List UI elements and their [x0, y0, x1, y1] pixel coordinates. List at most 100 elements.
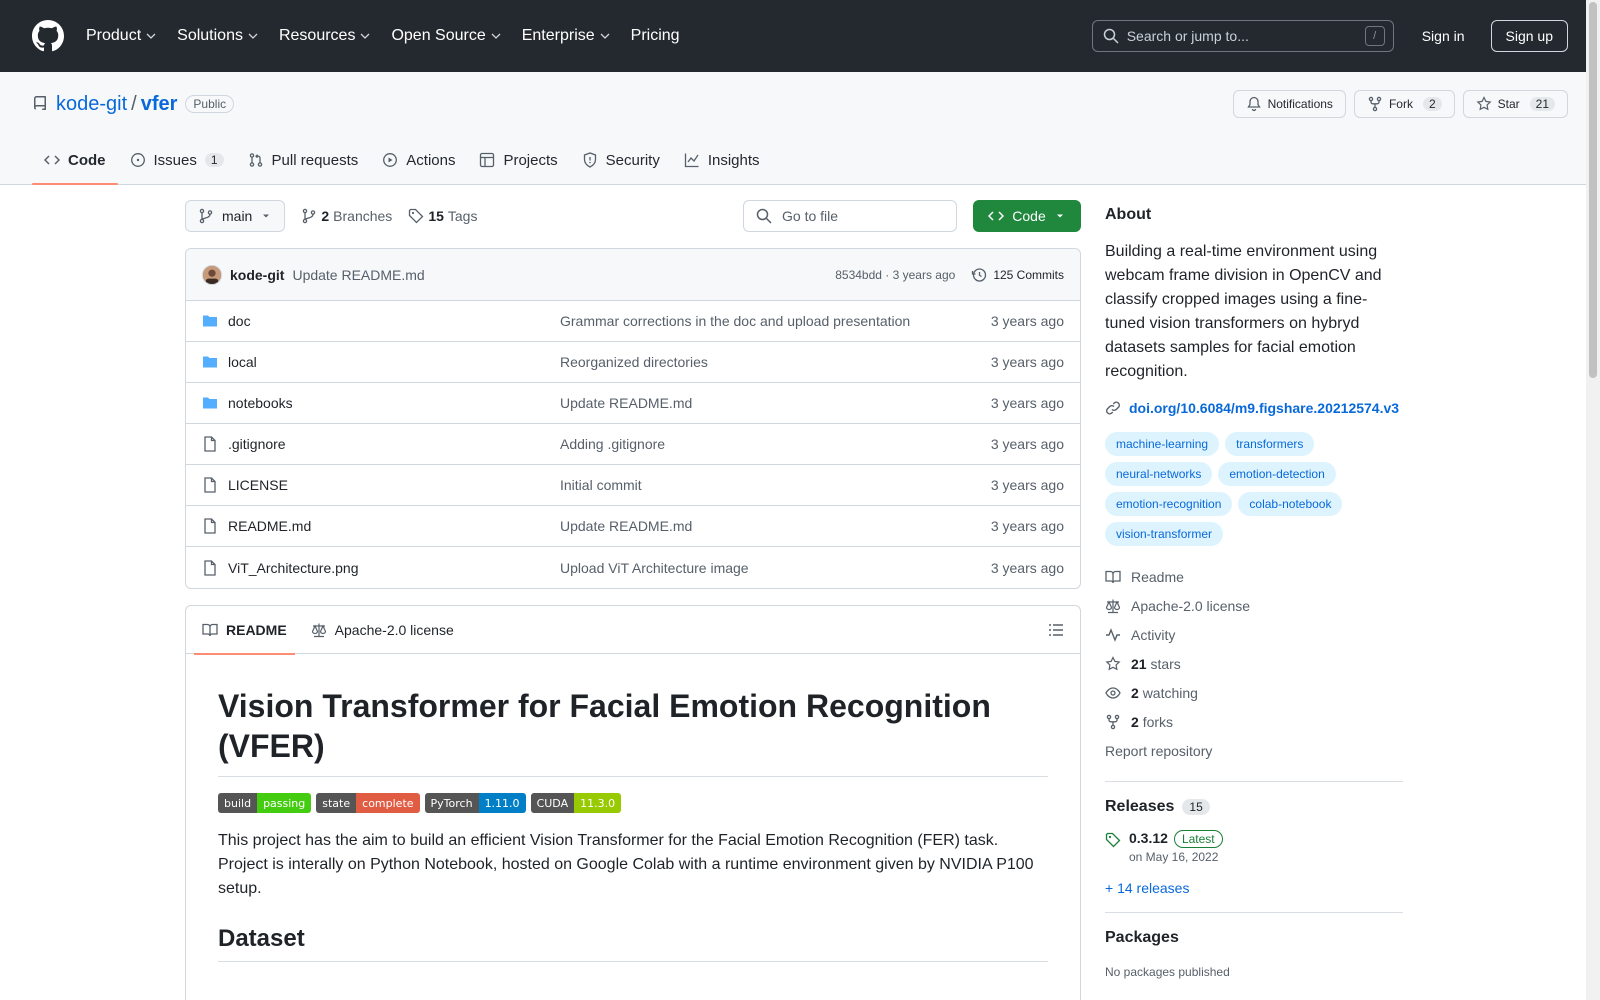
sign-up-button[interactable]: Sign up: [1490, 20, 1568, 52]
latest-commit-row: kode-git Update README.md 8534bdd · 3 ye…: [186, 249, 1080, 301]
nav-product[interactable]: Product: [86, 27, 157, 45]
badge-value: complete: [356, 793, 420, 813]
search-placeholder: Search or jump to...: [1126, 28, 1249, 44]
topic-tag[interactable]: colab-notebook: [1238, 492, 1343, 516]
table-row[interactable]: README.md Update README.md 3 years ago: [186, 506, 1080, 547]
nav-enterprise-label: Enterprise: [521, 27, 595, 44]
topic-tag[interactable]: vision-transformer: [1105, 522, 1224, 546]
license-link[interactable]: Apache-2.0 license: [1105, 591, 1403, 620]
law-icon: [311, 623, 326, 637]
table-row[interactable]: notebooks Update README.md 3 years ago: [186, 383, 1080, 424]
go-to-file-input[interactable]: Go to file: [743, 200, 957, 232]
github-logo-icon[interactable]: [32, 20, 64, 52]
fork-button[interactable]: Fork 2: [1353, 90, 1455, 118]
topic-tag[interactable]: emotion-recognition: [1105, 492, 1233, 516]
star-icon: [1105, 655, 1121, 670]
about-meta-list: Readme Apache-2.0 license Activity 21 st…: [1105, 562, 1403, 765]
watchers-link[interactable]: 2 watching: [1105, 678, 1403, 707]
latest-release[interactable]: 0.3.12 Latest on May 16, 2022: [1105, 830, 1403, 864]
file-commit-age: 3 years ago: [990, 436, 1064, 452]
activity-link[interactable]: Activity: [1105, 620, 1403, 649]
sign-in-link[interactable]: Sign in: [1422, 28, 1465, 44]
tab-insights[interactable]: Insights: [672, 136, 772, 184]
readme-section-dataset: Dataset: [218, 925, 1048, 962]
stars-label: stars: [1150, 655, 1181, 672]
tab-code[interactable]: Code: [32, 136, 118, 185]
folder-icon: [203, 356, 217, 368]
file-commit-message-link[interactable]: Update README.md: [560, 395, 991, 411]
tab-security[interactable]: Security: [570, 136, 672, 184]
topic-tag[interactable]: transformers: [1225, 432, 1315, 456]
nav-open-source[interactable]: Open Source: [391, 27, 501, 45]
file-name-link[interactable]: notebooks: [228, 395, 560, 411]
forks-label: forks: [1142, 713, 1174, 730]
file-name-link[interactable]: .gitignore: [228, 436, 560, 452]
branches-link[interactable]: 2 Branches: [301, 208, 392, 224]
code-icon: [988, 211, 1005, 221]
page-scrollbar[interactable]: [1586, 0, 1600, 1000]
tab-actions[interactable]: Actions: [370, 136, 467, 184]
table-row[interactable]: .gitignore Adding .gitignore 3 years ago: [186, 424, 1080, 465]
file-commit-message-link[interactable]: Initial commit: [560, 477, 991, 493]
about-website-link[interactable]: doi.org/10.6084/m9.figshare.20212574.v3: [1105, 400, 1403, 416]
file-commit-message-link[interactable]: Grammar corrections in the doc and uploa…: [560, 313, 991, 329]
tab-projects[interactable]: Projects: [467, 136, 569, 184]
packages-heading[interactable]: Packages: [1105, 929, 1403, 947]
forks-link[interactable]: 2 forks: [1105, 707, 1403, 736]
file-name-link[interactable]: ViT_Architecture.png: [228, 560, 560, 576]
tab-license[interactable]: Apache-2.0 license: [303, 606, 462, 654]
tag-icon: [1105, 832, 1121, 848]
scrollbar-thumb[interactable]: [1589, 2, 1597, 378]
readme-tabs: README Apache-2.0 license: [186, 606, 1080, 655]
pulse-icon: [1106, 627, 1120, 642]
chevron-down-icon: [600, 33, 610, 39]
tab-pull-requests[interactable]: Pull requests: [236, 136, 371, 184]
code-dropdown-button[interactable]: Code: [973, 200, 1081, 232]
report-repository-link[interactable]: Report repository: [1105, 736, 1403, 765]
file-commit-message-link[interactable]: Adding .gitignore: [560, 436, 991, 452]
topic-tag[interactable]: emotion-detection: [1218, 462, 1336, 486]
nav-pricing[interactable]: Pricing: [631, 27, 680, 45]
global-search-input[interactable]: Search or jump to... /: [1091, 20, 1394, 52]
table-row[interactable]: ViT_Architecture.png Upload ViT Architect…: [186, 547, 1080, 588]
list-icon[interactable]: [1048, 622, 1064, 638]
notifications-button[interactable]: Notifications: [1232, 90, 1346, 118]
repo-owner-link[interactable]: kode-git: [56, 93, 127, 116]
file-commit-message-link[interactable]: Update README.md: [560, 518, 991, 534]
table-row[interactable]: doc Grammar corrections in the doc and up…: [186, 301, 1080, 342]
file-name-link[interactable]: doc: [228, 313, 560, 329]
commit-author-link[interactable]: kode-git: [230, 267, 284, 283]
repo-name-link[interactable]: vfer: [141, 93, 178, 116]
file-commit-message-link[interactable]: Upload ViT Architecture image: [560, 560, 991, 576]
releases-heading[interactable]: Releases 15: [1105, 798, 1403, 816]
commit-message-link[interactable]: Update README.md: [292, 267, 424, 283]
file-name-link[interactable]: LICENSE: [228, 477, 560, 493]
commits-history-link[interactable]: 125 Commits: [971, 267, 1064, 283]
file-name-link[interactable]: local: [228, 354, 560, 370]
commit-hash-time[interactable]: 8534bdd · 3 years ago: [835, 268, 955, 282]
packages-title: Packages: [1105, 929, 1179, 946]
watching-count: 2: [1131, 684, 1139, 701]
header-actions: Search or jump to... / Sign in Sign up: [1091, 20, 1568, 52]
file-commit-message-link[interactable]: Reorganized directories: [560, 354, 991, 370]
tags-link[interactable]: 15 Tags: [408, 208, 477, 224]
tags-count: 15: [428, 208, 444, 224]
shield-icon: [583, 152, 596, 168]
topic-tag[interactable]: machine-learning: [1105, 432, 1220, 456]
nav-solutions[interactable]: Solutions: [177, 27, 259, 45]
tab-issues[interactable]: Issues 1: [118, 136, 236, 184]
more-releases-link[interactable]: + 14 releases: [1105, 880, 1403, 896]
stars-link[interactable]: 21 stars: [1105, 649, 1403, 678]
nav-resources[interactable]: Resources: [279, 27, 371, 45]
nav-enterprise[interactable]: Enterprise: [522, 27, 611, 45]
tab-readme[interactable]: README: [194, 606, 295, 655]
nav-product-label: Product: [86, 27, 142, 44]
table-row[interactable]: local Reorganized directories 3 years ago: [186, 342, 1080, 383]
file-name-link[interactable]: README.md: [228, 518, 560, 534]
readme-link[interactable]: Readme: [1105, 562, 1403, 591]
avatar[interactable]: [202, 264, 222, 285]
topic-tag[interactable]: neural-networks: [1105, 462, 1213, 486]
star-button[interactable]: Star 21: [1462, 90, 1568, 118]
branch-selector[interactable]: main: [185, 200, 286, 232]
table-row[interactable]: LICENSE Initial commit 3 years ago: [186, 465, 1080, 506]
